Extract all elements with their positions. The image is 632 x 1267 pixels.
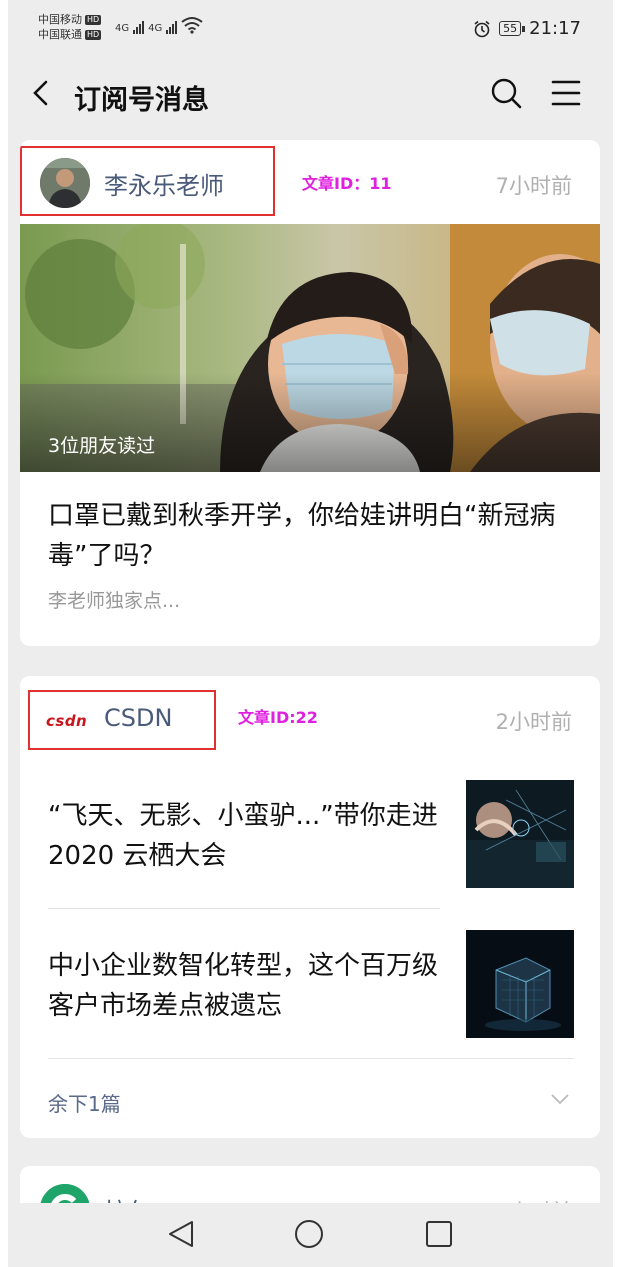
recents-nav-icon[interactable]	[424, 1219, 454, 1249]
message-card[interactable]: csdn CSDN 文章ID:22 2小时前 “飞天、无影、小蛮驴...”带你走…	[20, 676, 600, 1138]
status-right: 55 21:17	[473, 18, 581, 39]
article-title[interactable]: “飞天、无影、小蛮驴...”带你走进 2020 云栖大会	[48, 796, 440, 876]
article-digest: 李老师独家点...	[48, 590, 181, 612]
clock: 21:17	[529, 18, 581, 39]
hd-icon: HD	[85, 30, 102, 40]
network-type-1: 4G	[115, 23, 130, 34]
carrier-info: 中国移动 HD 中国联通 HD	[38, 12, 102, 42]
article-thumbnail[interactable]	[466, 930, 574, 1038]
battery-icon: 55	[499, 21, 526, 36]
account-name[interactable]: CSDN	[104, 704, 172, 732]
system-navigation-bar	[8, 1203, 613, 1267]
remaining-articles-link[interactable]: 余下1篇	[48, 1088, 121, 1117]
page-title: 订阅号消息	[74, 85, 209, 116]
signal-strength-icon	[133, 20, 145, 34]
nav-bar: 订阅号消息	[8, 58, 613, 130]
signal-strength-icon	[166, 20, 178, 34]
divider	[48, 1058, 574, 1059]
status-bar: 中国移动 HD 中国联通 HD 4G 4G 55 21:17	[8, 0, 613, 58]
read-by-friends-badge: 3位朋友读过	[48, 435, 156, 457]
alarm-icon	[474, 20, 490, 37]
signal-icons: 4G 4G	[115, 16, 203, 34]
article-title[interactable]: 中小企业数智化转型，这个百万级客户市场差点被遗忘	[48, 946, 440, 1026]
article-id-label: 文章ID:22	[238, 708, 318, 727]
carrier-2: 中国联通	[38, 28, 82, 41]
article-headline[interactable]: 口罩已戴到秋季开学，你给娃讲明白“新冠病毒”了吗？	[48, 496, 578, 576]
divider	[48, 908, 440, 909]
menu-icon[interactable]	[551, 78, 581, 108]
article-thumbnail[interactable]	[466, 780, 574, 888]
wifi-icon	[181, 17, 203, 34]
home-nav-icon[interactable]	[294, 1219, 324, 1249]
avatar[interactable]	[40, 158, 90, 208]
csdn-logo[interactable]: csdn	[46, 712, 87, 730]
search-icon[interactable]	[489, 76, 523, 110]
timestamp: 7小时前	[495, 174, 572, 198]
timestamp: 2小时前	[495, 710, 572, 734]
cover-image[interactable]: 3位朋友读过	[20, 224, 600, 472]
hd-icon: HD	[85, 15, 102, 25]
account-name[interactable]: 李永乐老师	[104, 166, 224, 201]
back-nav-icon[interactable]	[166, 1219, 196, 1249]
screen: 中国移动 HD 中国联通 HD 4G 4G 55 21:17 订阅号消息 李永乐老师…	[8, 0, 613, 1267]
back-icon[interactable]	[26, 78, 56, 108]
carrier-1: 中国移动	[38, 13, 82, 26]
chevron-down-icon[interactable]	[550, 1092, 570, 1106]
network-type-2: 4G	[148, 23, 163, 34]
article-id-label: 文章ID：11	[302, 174, 392, 193]
message-card[interactable]: 李永乐老师 文章ID：11 7小时前 3位朋友读过 口罩已戴到秋季开学，你给娃讲…	[20, 140, 600, 646]
